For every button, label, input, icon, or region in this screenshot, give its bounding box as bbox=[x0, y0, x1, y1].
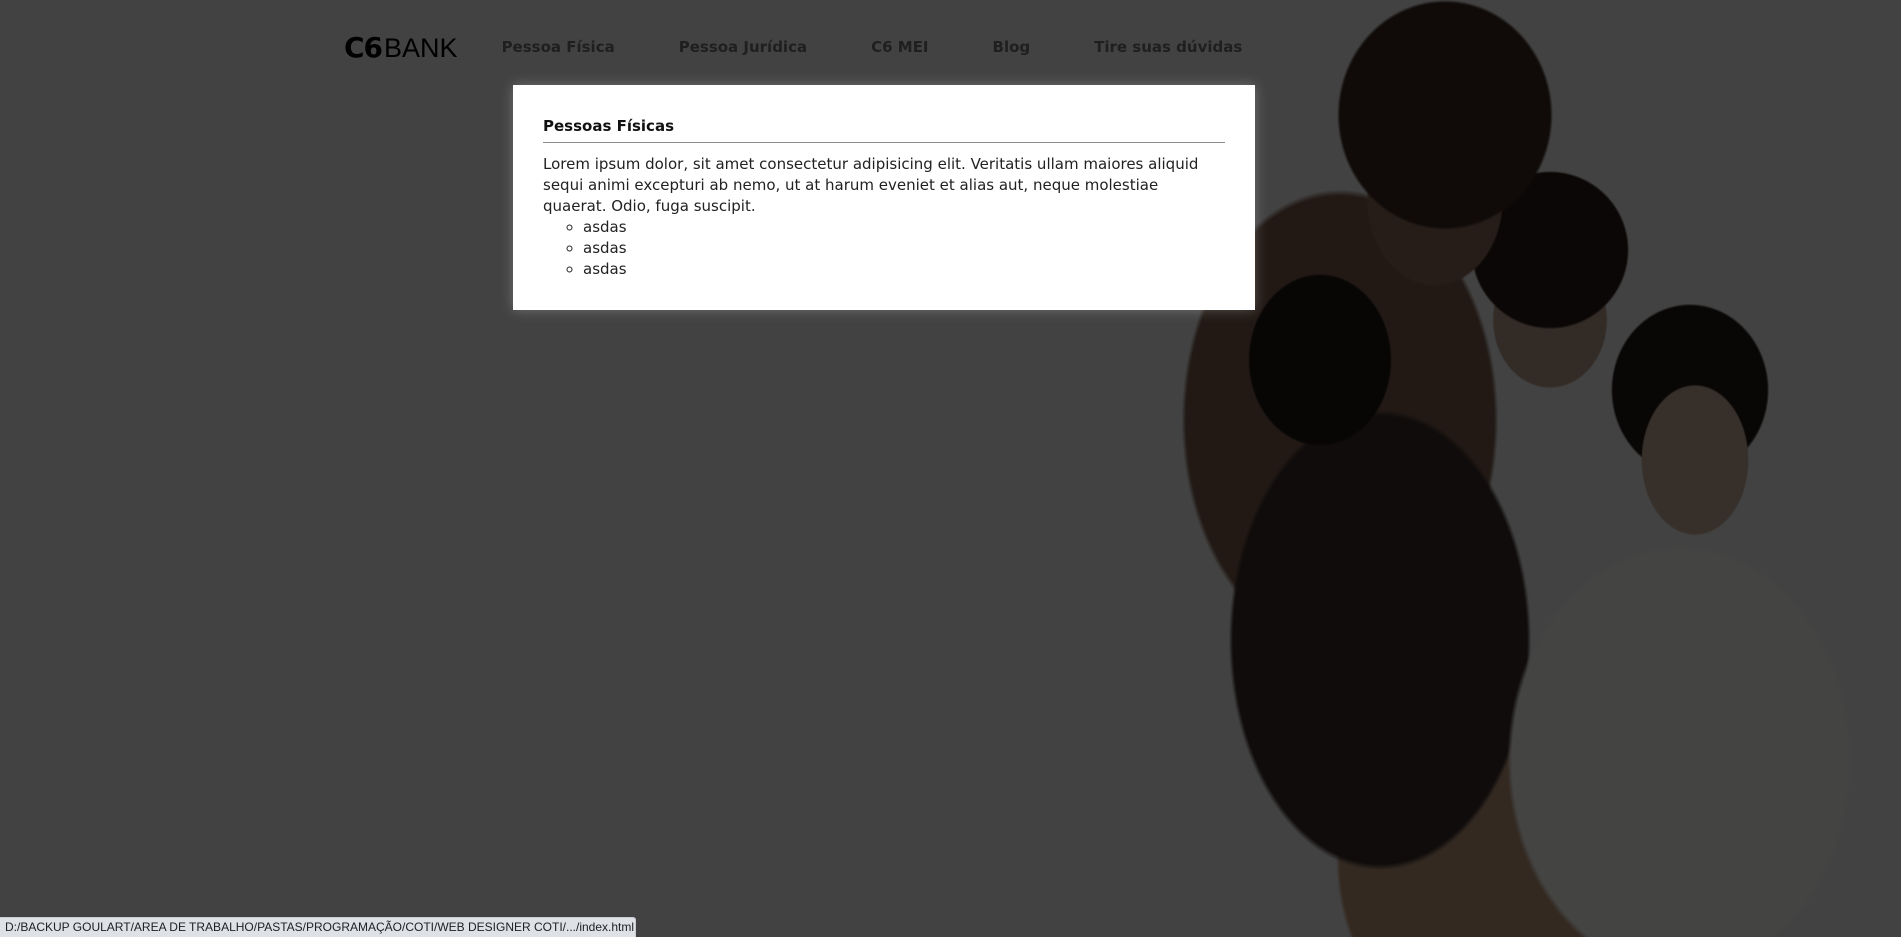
nav-link-duvidas[interactable]: Tire suas dúvidas bbox=[1094, 38, 1242, 56]
list-item: asdas bbox=[583, 238, 1225, 259]
list-item: asdas bbox=[583, 259, 1225, 280]
nav-links: Pessoa Física Pessoa Jurídica C6 MEI Blo… bbox=[502, 38, 1243, 56]
c6-bank-logo[interactable]: C6 BANK bbox=[344, 31, 458, 64]
nav-link-blog[interactable]: Blog bbox=[993, 38, 1031, 56]
logo-c6: C6 bbox=[344, 30, 383, 64]
modal-list: asdas asdas asdas bbox=[543, 217, 1225, 280]
nav-link-c6-mei[interactable]: C6 MEI bbox=[871, 38, 928, 56]
nav-link-pessoa-juridica[interactable]: Pessoa Jurídica bbox=[679, 38, 807, 56]
modal-title: Pessoas Físicas bbox=[543, 117, 1225, 143]
page: C6 BANK Pessoa Física Pessoa Jurídica C6… bbox=[0, 0, 1901, 937]
navbar: C6 BANK Pessoa Física Pessoa Jurídica C6… bbox=[344, 28, 1242, 66]
browser-status-bar: D:/BACKUP GOULART/AREA DE TRABALHO/PASTA… bbox=[0, 917, 636, 937]
nav-link-pessoa-fisica[interactable]: Pessoa Física bbox=[502, 38, 615, 56]
modal-text: Lorem ipsum dolor, sit amet consectetur … bbox=[543, 155, 1199, 215]
logo-bank: BANK bbox=[384, 32, 458, 63]
info-modal: Pessoas Físicas Lorem ipsum dolor, sit a… bbox=[513, 85, 1255, 310]
list-item: asdas bbox=[583, 217, 1225, 238]
